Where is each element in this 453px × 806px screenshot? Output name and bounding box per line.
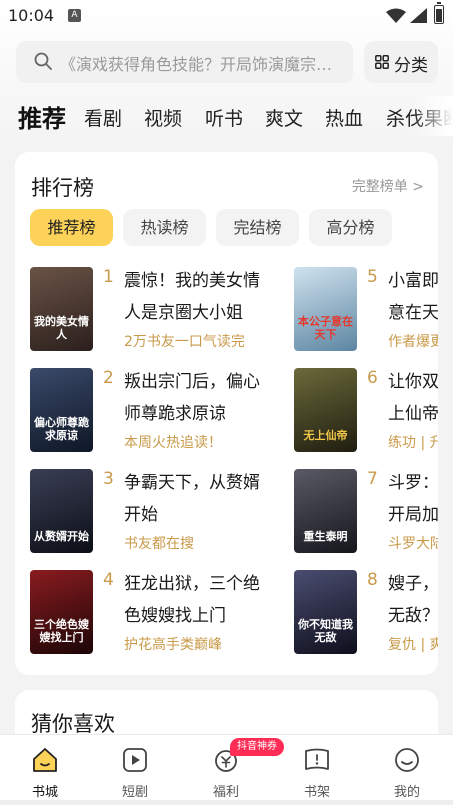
tab-watch-drama[interactable]: 看剧	[84, 104, 122, 131]
category-button[interactable]: 分类	[364, 41, 438, 83]
rank-number: 5	[367, 267, 378, 287]
book-title: 震惊！我的美女情人是京圈大小姐	[124, 271, 260, 323]
book-cover: 偏心师尊跪求原谅	[30, 368, 93, 452]
book-title: 争霸天下，从赘婿开始	[124, 473, 260, 525]
tab-audiobook[interactable]: 听书	[205, 104, 243, 131]
channel-tabs: 推荐 看剧 视频 听书 爽文 热血 杀伐果断	[0, 96, 453, 136]
rank-number: 3	[103, 469, 114, 489]
tab-video[interactable]: 视频	[144, 104, 182, 131]
book-tag: 作者爆更	[388, 334, 438, 350]
book-cover: 从赘婿开始	[30, 469, 93, 553]
full-list-link[interactable]: 完整榜单 >	[352, 176, 424, 196]
rank-number: 2	[103, 368, 114, 388]
book-tag: 练功 | 升级	[388, 435, 438, 451]
rank-number: 1	[103, 267, 114, 287]
book-item[interactable]: 本公子意在天下 5 小富即安，本公子意在天下 作者爆更	[294, 267, 438, 355]
filter-completed[interactable]: 完结榜	[216, 209, 299, 246]
book-tag: 护花高手类巅峰	[124, 637, 222, 653]
home-indicator	[0, 800, 453, 805]
nav-short-drama[interactable]: 短剧	[90, 735, 180, 806]
signal-icon	[410, 8, 427, 23]
book-tag: 斗罗大陆	[388, 536, 438, 552]
welfare-badge: 抖音神券	[230, 738, 284, 756]
book-cover: 我的美女情人	[30, 267, 93, 351]
book-item[interactable]: 无上仙帝 6 让你双修，你成无上仙帝 练功 | 升级	[294, 368, 438, 456]
bookshelf-icon	[305, 748, 329, 770]
rank-number: 8	[367, 570, 378, 590]
status-time: 10:04	[8, 6, 55, 25]
status-bar: 10:04 A	[0, 0, 453, 32]
book-title: 让你双修，你成无上仙帝	[388, 372, 438, 424]
book-title: 嫂子，你不知道我无敌？	[388, 574, 438, 626]
book-cover: 三个绝色嫂嫂找上门	[30, 570, 93, 654]
book-tag: 本周火热追读！	[124, 435, 222, 451]
book-title: 叛出宗门后，偏心师尊跪求原谅	[124, 372, 260, 424]
search-icon	[34, 52, 52, 70]
filter-recommend[interactable]: 推荐榜	[30, 209, 113, 246]
category-label: 分类	[394, 56, 428, 76]
book-cover: 你不知道我无敌	[294, 570, 357, 654]
rank-number: 6	[367, 368, 378, 388]
book-tag: 书友都在搜	[124, 536, 194, 552]
book-cover: 本公子意在天下	[294, 267, 357, 351]
book-tag: 复仇 | 爽文	[388, 637, 438, 653]
book-title: 狂龙出狱，三个绝色嫂嫂找上门	[124, 574, 260, 626]
search-bar[interactable]: 《演戏获得角色技能？开局饰演魔宗…	[16, 41, 353, 83]
play-icon	[123, 748, 147, 772]
battery-icon	[434, 2, 444, 24]
ranking-card: 排行榜 完整榜单 > 推荐榜 热读榜 完结榜 高分榜 我的美女情人 1 震惊！我…	[15, 152, 438, 675]
tab-recommend[interactable]: 推荐	[18, 99, 66, 134]
tab-cool-stories[interactable]: 爽文	[265, 104, 303, 131]
ranking-title: 排行榜	[31, 176, 94, 200]
book-tag: 2万书友一口气读完	[124, 334, 245, 350]
bottom-nav: 书城 短剧 福利 书架 我的	[0, 734, 453, 806]
nav-bookstore[interactable]: 书城	[0, 735, 90, 806]
filter-hot-read[interactable]: 热读榜	[123, 209, 206, 246]
book-title: 小富即安，本公子意在天下	[388, 271, 438, 323]
nav-profile[interactable]: 我的	[362, 735, 452, 806]
rank-number: 4	[103, 570, 114, 590]
profile-icon	[395, 748, 419, 772]
status-notification-icon: A	[68, 9, 81, 22]
book-item[interactable]: 你不知道我无敌 8 嫂子，你不知道我无敌？ 复仇 | 爽文	[294, 570, 438, 658]
tab-hot-blood[interactable]: 热血	[325, 104, 363, 131]
nav-bookshelf[interactable]: 书架	[272, 735, 362, 806]
book-item[interactable]: 重生泰明 7 斗罗：重生泰明，开局加入武魂殿 斗罗大陆	[294, 469, 438, 557]
grid-icon	[375, 55, 389, 69]
book-title: 斗罗：重生泰明，开局加入武魂殿	[388, 473, 438, 525]
filter-high-score[interactable]: 高分榜	[309, 209, 392, 246]
home-icon	[33, 748, 57, 772]
book-cover: 重生泰明	[294, 469, 357, 553]
wifi-icon	[386, 8, 406, 23]
book-cover: 无上仙帝	[294, 368, 357, 452]
rank-number: 7	[367, 469, 378, 489]
search-placeholder: 《演戏获得角色技能？开局饰演魔宗…	[60, 55, 333, 74]
